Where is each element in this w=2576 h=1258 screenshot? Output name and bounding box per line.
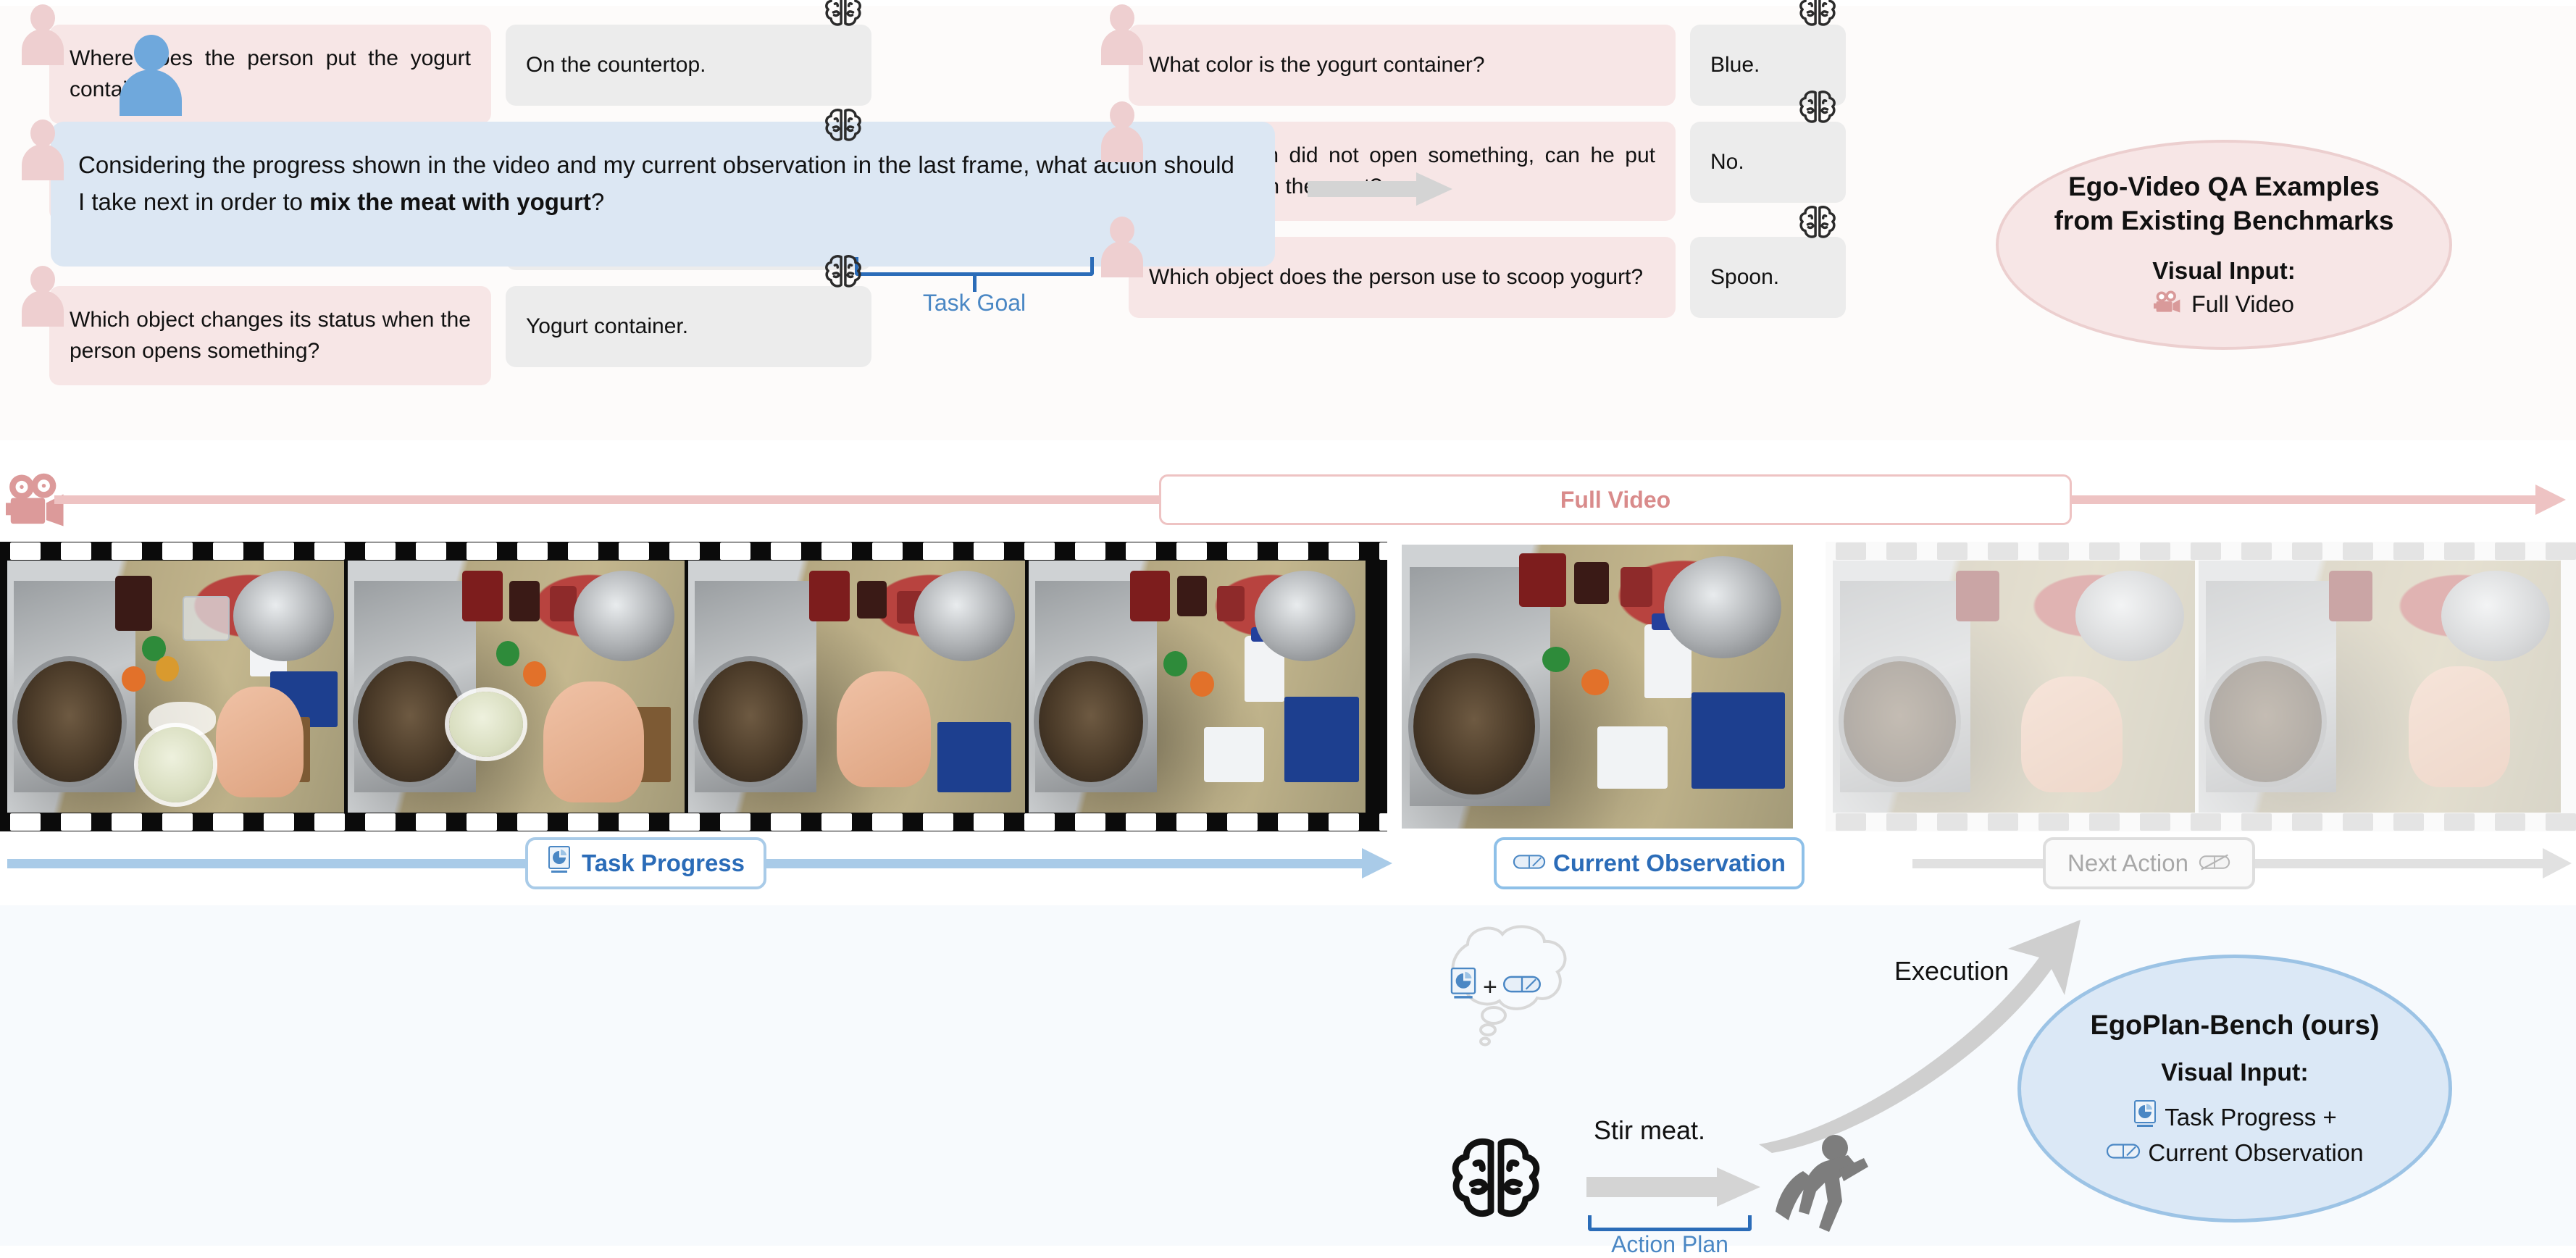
legend-visual-input-line1: Task Progress + — [2165, 1104, 2337, 1131]
task-progress-label: Task Progress — [582, 850, 745, 876]
timeline-labels-row: Task Progress Current Observation Next A… — [0, 833, 2576, 898]
legend-title-line1: Ego-Video QA Examples — [2068, 172, 2380, 202]
task-goal-label: Task Goal — [922, 290, 1026, 316]
film-perforations-top — [0, 542, 1714, 561]
user-avatar — [120, 35, 182, 116]
progress-chart-icon — [1449, 967, 1478, 1007]
action-plan-brace — [1588, 1215, 1752, 1231]
action-text: Stir meat. — [1594, 1115, 1706, 1145]
running-person-icon — [1764, 1126, 1880, 1242]
brain-icon — [821, 251, 866, 293]
prompt-task-goal: mix the meat with yogurt — [309, 188, 591, 216]
person-icon — [22, 265, 64, 327]
qa-row: What color is the yogurt container? Blue… — [1101, 0, 2101, 106]
ego-video-qa-legend-ellipse: Ego-Video QA Examples from Existing Benc… — [1996, 140, 2452, 350]
execution-label: Execution — [1894, 956, 2010, 986]
question-bubble: Where does the person put the yogurt con… — [49, 25, 491, 125]
video-frame — [1029, 561, 1369, 813]
video-frame — [7, 561, 348, 813]
legend-visual-input-label: Visual Input: — [2161, 1059, 2309, 1086]
goggles-icon — [1502, 973, 1542, 1002]
task-progress-filmstrip — [0, 542, 1714, 831]
legend-visual-input-line2: Current Observation — [2148, 1139, 2364, 1166]
goggles-icon — [2106, 1139, 2141, 1167]
answer-bubble: No. — [1690, 91, 1846, 203]
video-frame — [688, 561, 1029, 813]
egoplan-bench-legend-ellipse: EgoPlan-Bench (ours) Visual Input: Task … — [2017, 955, 2452, 1223]
legend-visual-input-value: Full Video — [2191, 291, 2294, 318]
next-action-filmstrip — [1826, 542, 2576, 831]
prompt-box: Considering the progress shown in the vi… — [51, 122, 1275, 267]
legend-visual-input-label: Visual Input: — [2152, 256, 2296, 284]
task-progress-pill[interactable]: Task Progress — [525, 837, 767, 889]
current-observation-frame — [1402, 545, 1793, 829]
person-icon — [22, 119, 64, 181]
answer-text: No. — [1710, 149, 1744, 174]
answer-bubble: Yogurt container. — [506, 255, 871, 367]
progress-chart-icon — [547, 846, 572, 881]
film-perforations-bottom — [1826, 813, 2576, 831]
question-bubble: What color is the yogurt container? — [1129, 25, 1676, 106]
answer-text: Blue. — [1710, 52, 1760, 77]
next-action-label: Next Action — [2067, 850, 2188, 876]
prompt-suffix: ? — [590, 188, 605, 216]
goggles-icon — [1513, 850, 1546, 877]
person-icon — [22, 4, 64, 65]
thought-cloud-contents: + — [1449, 967, 1579, 1007]
answer-text: On the countertop. — [526, 52, 706, 77]
progress-chart-icon — [2133, 1100, 2157, 1135]
action-plan-label: Action Plan — [1611, 1231, 1728, 1257]
brain-icon — [1795, 0, 1840, 32]
person-icon — [1101, 217, 1143, 278]
video-filmstrips — [0, 542, 2576, 831]
full-video-arrowhead — [2535, 485, 2566, 515]
legend-title-line2: from Existing Benchmarks — [2054, 206, 2394, 235]
current-observation-label: Current Observation — [1553, 850, 1786, 876]
video-camera-icon — [2154, 290, 2183, 319]
plus-sign: + — [1483, 973, 1497, 1001]
task-progress-arrowhead — [1362, 848, 1392, 878]
current-observation-pill[interactable]: Current Observation — [1494, 837, 1805, 889]
brain-icon — [1795, 87, 1840, 129]
next-action-pill[interactable]: Next Action — [2043, 837, 2255, 889]
video-frame — [348, 561, 688, 813]
person-icon — [1101, 4, 1143, 65]
answer-bubble: On the countertop. — [506, 0, 871, 106]
video-frame-ghost — [2199, 561, 2564, 813]
task-goal-brace — [855, 257, 1094, 276]
next-action-arrowhead — [2543, 848, 2572, 878]
answer-text: Yogurt container. — [526, 314, 689, 338]
brain-icon — [1442, 1130, 1550, 1231]
full-video-label: Full Video — [1159, 474, 2072, 525]
brain-icon — [1795, 202, 1840, 244]
action-arrow — [1586, 1166, 1760, 1208]
goggles-crossed-icon — [2199, 850, 2230, 877]
question-bubble: Which object changes its status when the… — [49, 285, 491, 386]
video-frame-ghost — [1833, 561, 2199, 813]
prompt-to-model-arrow — [1308, 172, 1452, 206]
prompt-prefix: Considering the progress shown in the vi… — [78, 151, 1234, 216]
brain-icon — [821, 0, 866, 32]
full-video-bar: Full Video — [0, 456, 2576, 540]
film-perforations-top — [1826, 542, 2576, 561]
answer-text: Spoon. — [1710, 264, 1780, 289]
person-icon — [1101, 101, 1143, 162]
legend-title: EgoPlan-Bench (ours) — [2090, 1010, 2380, 1041]
film-perforations-bottom — [0, 813, 1714, 831]
brain-icon — [821, 105, 866, 147]
answer-bubble: Spoon. — [1690, 206, 1846, 319]
